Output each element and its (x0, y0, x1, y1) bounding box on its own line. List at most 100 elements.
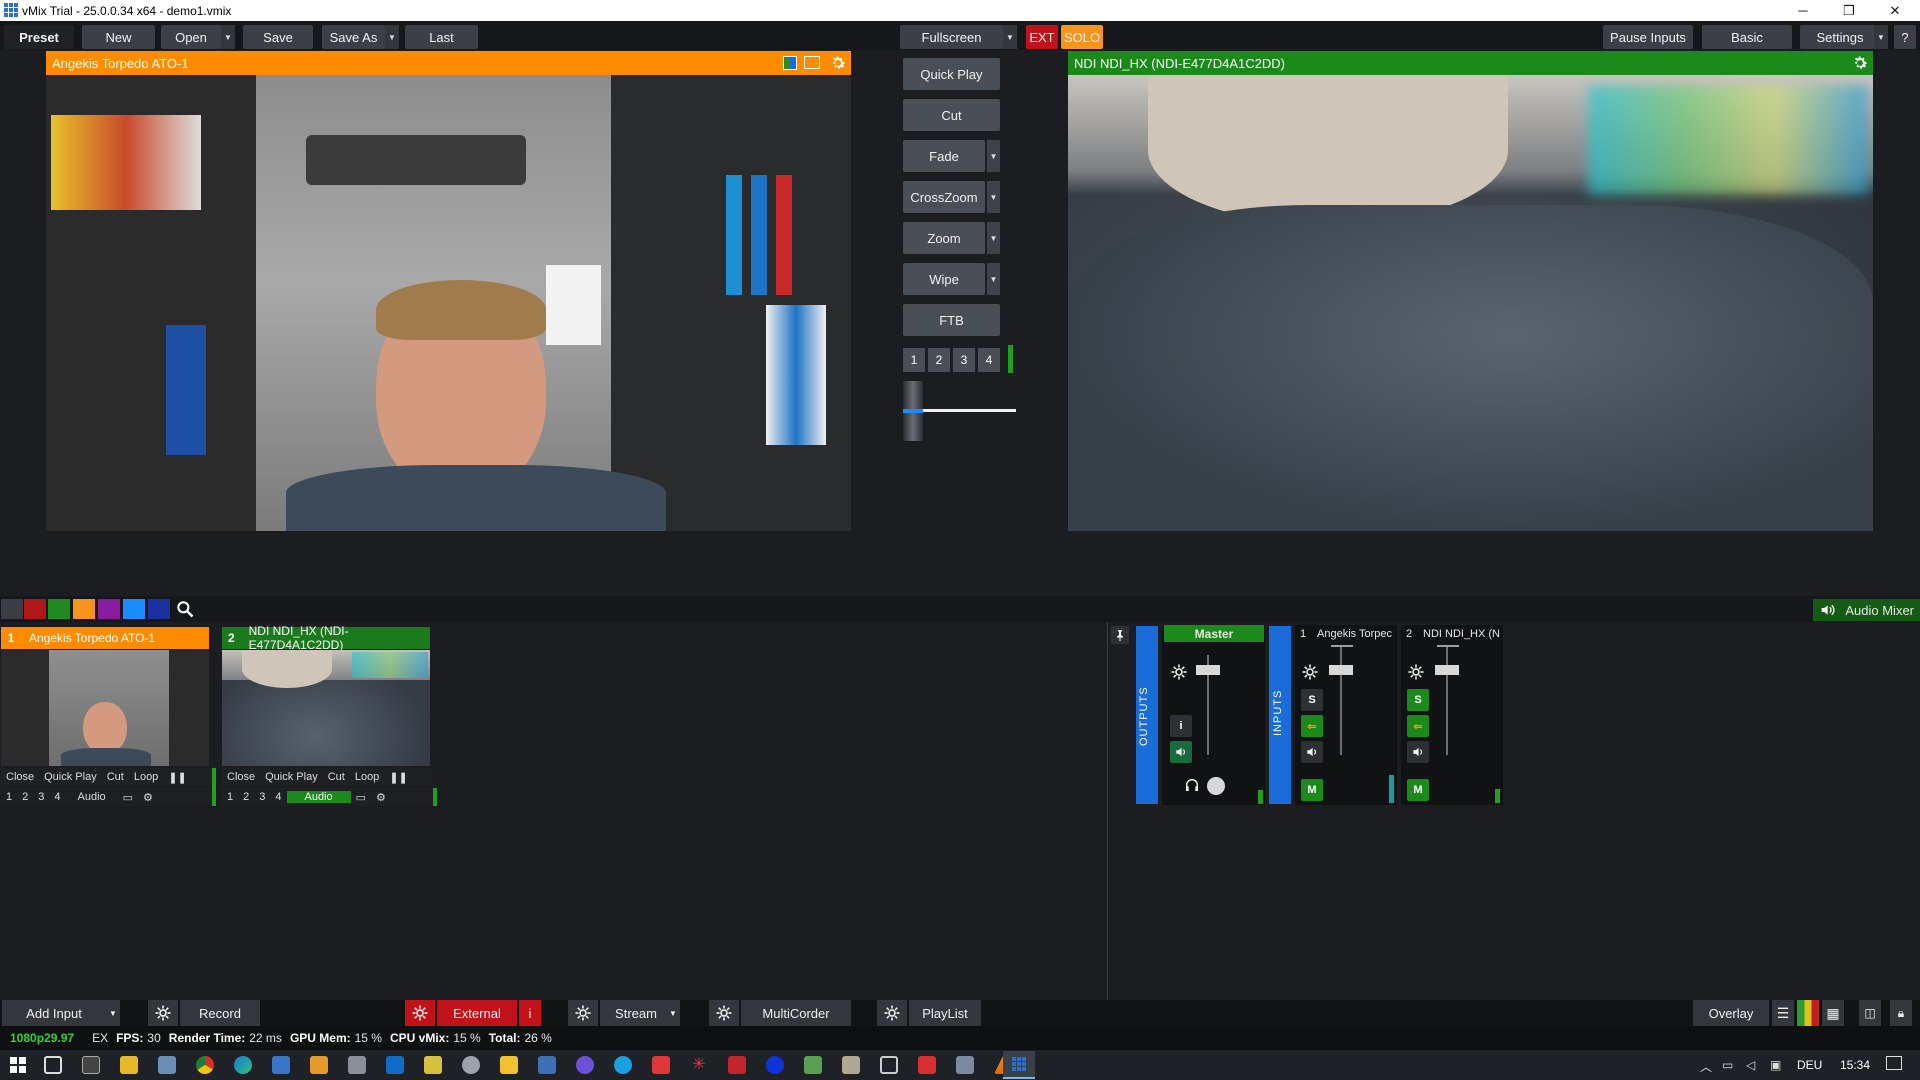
close-window-button[interactable]: ✕ (1872, 0, 1918, 21)
network-icon[interactable]: ▣ (1770, 1058, 1781, 1072)
monitor-icon[interactable]: ▭ (351, 791, 371, 804)
wipe-dropdown[interactable]: ▼ (987, 263, 1000, 295)
cut-button[interactable]: Cut (903, 99, 1000, 131)
chrome-icon[interactable] (196, 1056, 214, 1074)
monitor-icon[interactable]: ▭ (118, 791, 138, 804)
transition-3-button[interactable]: 3 (953, 348, 975, 372)
open-dropdown[interactable]: ▼ (221, 25, 235, 49)
solo-button[interactable]: S (1407, 689, 1429, 711)
headphone-volume-knob[interactable] (1207, 777, 1225, 795)
app-icon[interactable] (804, 1056, 822, 1074)
stream-button[interactable]: Stream (600, 1000, 672, 1026)
input-1-thumbnail[interactable] (1, 650, 209, 766)
pause-icon[interactable]: ❚❚ (384, 771, 412, 784)
playlist-button[interactable]: PlayList (909, 1000, 981, 1026)
lock-icon[interactable]: 🔒︎ (1890, 1000, 1912, 1026)
loop-button[interactable]: Loop (129, 771, 163, 783)
file-explorer-icon[interactable] (120, 1056, 138, 1074)
volume-icon[interactable]: ◁ (1746, 1058, 1755, 1072)
language-indicator[interactable]: DEU (1797, 1058, 1822, 1072)
input-2-thumbnail[interactable] (222, 650, 430, 766)
layers-icon[interactable] (804, 56, 820, 69)
overlay-4-button[interactable]: 4 (270, 791, 286, 803)
save-button[interactable]: Save (243, 25, 313, 49)
master-info-button[interactable]: i (1170, 715, 1192, 737)
terminal-icon[interactable] (82, 1056, 100, 1074)
transition-4-button[interactable]: 4 (978, 348, 1000, 372)
overlay-3-button[interactable]: 3 (254, 791, 270, 803)
external-settings-gear-icon[interactable] (405, 1000, 435, 1026)
quick-play-button[interactable]: Quick Play (903, 58, 1000, 90)
app-icon[interactable] (310, 1056, 328, 1074)
loop-button[interactable]: Loop (350, 771, 384, 783)
crosszoom-button[interactable]: CrossZoom (903, 181, 985, 213)
color-filter-purple[interactable] (98, 599, 120, 619)
quick-play-button[interactable]: Quick Play (260, 771, 323, 783)
windows-start-icon[interactable] (10, 1057, 26, 1073)
grid-view-icon[interactable]: ▦ (1822, 1000, 1844, 1026)
zoom-dropdown[interactable]: ▼ (987, 222, 1000, 254)
solo-button[interactable]: S (1301, 689, 1323, 711)
edge-icon[interactable] (234, 1056, 252, 1074)
mute-button[interactable]: M (1301, 779, 1323, 801)
outlook-icon[interactable] (386, 1056, 404, 1074)
app-icon[interactable] (424, 1056, 442, 1074)
pause-icon[interactable]: ❚❚ (163, 771, 191, 784)
audio-button[interactable]: Audio (66, 791, 118, 803)
stream-dropdown[interactable]: ▼ (666, 1000, 680, 1026)
add-input-dropdown[interactable]: ▼ (106, 1000, 120, 1026)
overlay-button[interactable]: Overlay (1693, 1000, 1769, 1026)
color-filter-light-blue[interactable] (123, 599, 145, 619)
ext-button[interactable]: EXT (1026, 25, 1058, 49)
app-icon[interactable]: ✳ (690, 1056, 708, 1074)
overlay-3-button[interactable]: 3 (33, 791, 49, 803)
color-filter-red[interactable] (24, 599, 46, 619)
fullscreen-dropdown[interactable]: ▼ (1003, 25, 1017, 49)
speaker-icon[interactable] (1170, 741, 1192, 763)
overlay-2-button[interactable]: 2 (238, 791, 254, 803)
overlay-2-button[interactable]: 2 (17, 791, 33, 803)
save-as-button[interactable]: Save As (322, 25, 385, 49)
channel-fader[interactable] (1435, 665, 1459, 675)
transition-1-button[interactable]: 1 (903, 348, 925, 372)
gear-icon[interactable] (1170, 663, 1188, 681)
app-icon[interactable] (462, 1056, 480, 1074)
close-button[interactable]: Close (1, 771, 39, 783)
settings-dropdown[interactable]: ▼ (1874, 25, 1888, 49)
keyboard-icon[interactable] (538, 1056, 556, 1074)
app-icon[interactable] (158, 1056, 176, 1074)
audio-mixer-toggle[interactable]: Audio Mixer (1813, 599, 1920, 621)
input-2-header[interactable]: 2 NDI NDI_HX (NDI-E477D4A1C2DD) (222, 624, 430, 652)
overlay-4-button[interactable]: 4 (49, 791, 65, 803)
app-icon[interactable] (576, 1056, 594, 1074)
open-button[interactable]: Open (161, 25, 221, 49)
task-view-icon[interactable] (44, 1056, 62, 1074)
fade-button[interactable]: Fade (903, 140, 985, 172)
master-fader[interactable] (1196, 665, 1220, 675)
add-input-button[interactable]: Add Input (2, 1000, 106, 1026)
headphones-icon[interactable] (1184, 777, 1200, 793)
channel-fader[interactable] (1329, 665, 1353, 675)
color-tag-icon[interactable] (783, 56, 797, 70)
calculator-icon[interactable] (348, 1056, 366, 1074)
preset-button[interactable]: Preset (4, 25, 74, 49)
mute-button[interactable]: M (1407, 779, 1429, 801)
record-button[interactable]: Record (180, 1000, 260, 1026)
color-filter-orange[interactable] (73, 599, 95, 619)
multicorder-settings-gear-icon[interactable] (709, 1000, 739, 1026)
pause-inputs-button[interactable]: Pause Inputs (1603, 25, 1693, 49)
stream-settings-gear-icon[interactable] (568, 1000, 598, 1026)
app-icon[interactable] (918, 1056, 936, 1074)
app-icon[interactable] (766, 1056, 784, 1074)
input-1-header[interactable]: 1 Angekis Torpedo ATO-1 (1, 627, 209, 649)
gear-icon[interactable] (829, 54, 847, 72)
app-icon[interactable] (652, 1056, 670, 1074)
record-settings-gear-icon[interactable] (148, 1000, 178, 1026)
snapshot-icon[interactable]: ◫ (1859, 1000, 1881, 1026)
app-icon[interactable] (614, 1056, 632, 1074)
crosszoom-dropdown[interactable]: ▼ (987, 181, 1000, 213)
audio-meters-icon[interactable] (1797, 1000, 1819, 1026)
ftb-button[interactable]: FTB (903, 304, 1000, 336)
fade-dropdown[interactable]: ▼ (987, 140, 1000, 172)
external-button[interactable]: External (437, 1000, 517, 1026)
